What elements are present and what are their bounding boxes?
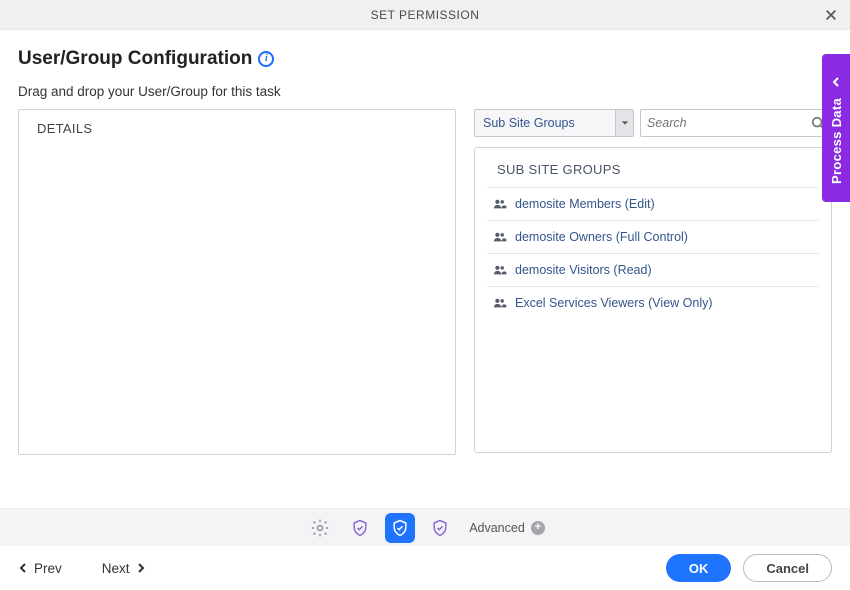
list-item-label: Excel Services Viewers (View Only)	[515, 296, 713, 310]
advanced-label: Advanced	[469, 521, 525, 535]
details-dropzone[interactable]: DETAILS	[18, 109, 456, 455]
group-icon	[493, 198, 507, 210]
group-icon	[493, 264, 507, 276]
next-button[interactable]: Next	[102, 561, 146, 576]
next-label: Next	[102, 561, 130, 576]
page-title: User/Group Configuration	[18, 48, 252, 70]
shield-icon-active[interactable]	[385, 513, 415, 543]
info-icon[interactable]: i	[258, 51, 274, 67]
step-toolbar: Advanced +	[0, 508, 850, 546]
advanced-link[interactable]: Advanced +	[469, 521, 545, 535]
search-input[interactable]	[647, 116, 811, 130]
nav-row: Prev Next OK Cancel	[0, 546, 850, 590]
details-header: DETAILS	[19, 110, 455, 147]
set-permission-dialog: SET PERMISSION User/Group Configuration …	[0, 0, 850, 590]
cancel-button[interactable]: Cancel	[743, 554, 832, 582]
chevron-right-icon	[136, 563, 146, 573]
process-data-label: Process Data	[829, 98, 844, 184]
list-item-label: demosite Owners (Full Control)	[515, 230, 688, 244]
list-item-label: demosite Visitors (Read)	[515, 263, 652, 277]
list-item[interactable]: demosite Visitors (Read)	[487, 253, 819, 286]
ok-button[interactable]: OK	[666, 554, 732, 582]
selector-column: Sub Site Groups SUB SITE GROUPS dem	[474, 109, 832, 453]
plus-icon: +	[531, 521, 545, 535]
gear-icon[interactable]	[305, 513, 335, 543]
content-area: User/Group Configuration i Drag and drop…	[0, 30, 850, 508]
group-icon	[493, 297, 507, 309]
shield-icon[interactable]	[345, 513, 375, 543]
process-data-tab[interactable]: Process Data	[822, 54, 850, 202]
chevron-down-icon	[615, 110, 633, 136]
group-icon	[493, 231, 507, 243]
titlebar-title: SET PERMISSION	[371, 8, 480, 22]
titlebar: SET PERMISSION	[0, 0, 850, 30]
instruction-text: Drag and drop your User/Group for this t…	[18, 84, 832, 99]
list-item-label: demosite Members (Edit)	[515, 197, 655, 211]
chevron-left-icon	[18, 563, 28, 573]
group-type-dropdown[interactable]: Sub Site Groups	[474, 109, 634, 137]
prev-button[interactable]: Prev	[18, 561, 62, 576]
groups-panel: SUB SITE GROUPS demosite Members (Edit) …	[474, 147, 832, 453]
list-item[interactable]: Excel Services Viewers (View Only)	[487, 286, 819, 319]
close-icon[interactable]	[822, 6, 840, 24]
prev-label: Prev	[34, 561, 62, 576]
dropdown-selected: Sub Site Groups	[483, 116, 575, 130]
list-item[interactable]: demosite Members (Edit)	[487, 187, 819, 220]
list-item[interactable]: demosite Owners (Full Control)	[487, 220, 819, 253]
shield-icon[interactable]	[425, 513, 455, 543]
chevron-left-icon	[831, 74, 841, 92]
search-box[interactable]	[640, 109, 832, 137]
groups-panel-heading: SUB SITE GROUPS	[487, 148, 819, 187]
